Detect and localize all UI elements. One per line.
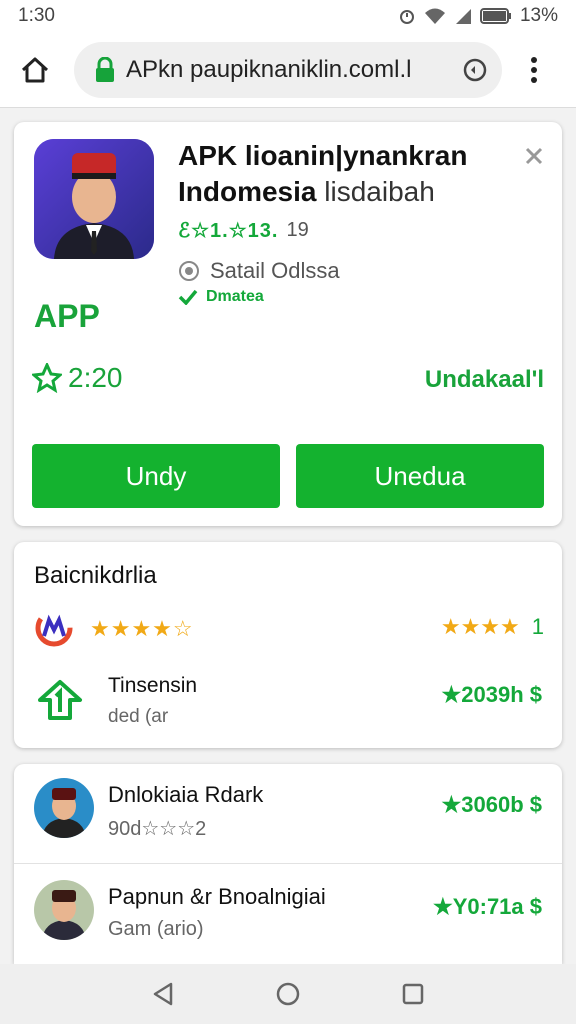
app-title-line2: Indomesia (178, 176, 317, 207)
install-count-value: 2:20 (68, 362, 123, 393)
close-icon (525, 147, 543, 165)
back-button[interactable] (147, 978, 179, 1010)
status-icons: 13% (398, 5, 558, 27)
check-icon (178, 289, 198, 305)
list-item-title: Papnun &r Bnoalnigiai (108, 884, 326, 909)
primary-right-button[interactable]: Unedua (296, 444, 544, 508)
row1-right-count: 1 (531, 614, 544, 639)
back-icon (153, 982, 172, 1006)
overflow-menu-button[interactable] (522, 49, 546, 91)
row2-title[interactable]: Tinsensin (108, 674, 197, 698)
recents-icon (403, 983, 424, 1005)
app-tag: APP (34, 298, 100, 334)
app-title-line1: APK lioanin|ynankran (178, 140, 468, 171)
section-title: Baicnikdrlia (34, 562, 157, 589)
list-item-title: Dnlokiaia Rdark (108, 782, 264, 807)
address-bar[interactable]: APkn paupiknaniklin.coml.l (74, 41, 502, 98)
signal-icon (455, 9, 471, 24)
wifi-icon (424, 8, 445, 24)
rating-line: ℰ☆1.☆13. 19 (178, 218, 309, 243)
app-icon[interactable] (34, 139, 154, 259)
related-section-card: Baicnikdrlia ★★★★☆ ★★★★ 1 Tinsensin ded … (14, 542, 562, 748)
row1-right: ★★★★ 1 (441, 614, 544, 640)
brand-logo-icon[interactable] (34, 608, 74, 648)
avatar (34, 778, 94, 838)
install-count: 2:20 (32, 362, 123, 394)
verified-line: Dmatea (178, 288, 264, 306)
refresh-icon[interactable] (462, 57, 488, 83)
rating-count: 19 (286, 219, 309, 241)
recents-button[interactable] (397, 978, 429, 1010)
row1-right-stars: ★★★★ (440, 614, 520, 639)
verified-label: Dmatea (206, 288, 264, 305)
list-item[interactable]: Papnun &r Bnoalnigiai Gam (ario) ★Y0:71a… (14, 866, 562, 966)
status-bar: 1:30 13% (0, 0, 576, 32)
home-button[interactable] (14, 49, 56, 91)
list-item-subtitle: Gam (ario) (108, 918, 204, 940)
status-label: Satail Odlssa (210, 258, 340, 283)
home-icon (21, 57, 49, 82)
url-text: APkn paupiknaniklin.coml.l (126, 55, 412, 83)
home-nav-icon (276, 982, 300, 1006)
row2-subtitle: ded (ar (108, 706, 169, 727)
list-item-subtitle: 90d☆☆☆2 (108, 818, 207, 840)
close-button[interactable] (522, 144, 546, 168)
alarm-icon (399, 10, 414, 24)
system-nav-bar (0, 964, 576, 1024)
update-link[interactable]: Undakaal'l (425, 366, 544, 394)
row1-stars: ★★★★☆ (90, 616, 194, 641)
browser-toolbar: APkn paupiknaniklin.coml.l (0, 32, 576, 108)
list-item-price: ★Y0:71a $ (432, 894, 542, 919)
home-nav-button[interactable] (272, 978, 304, 1010)
app-title-sub: lisdaibah (324, 176, 435, 207)
radio-icon (179, 261, 199, 281)
list-item-price: ★3060b $ (441, 792, 542, 817)
star-icon (32, 363, 62, 393)
row2-price: ★2039h $ (441, 682, 542, 707)
battery-icon (479, 8, 511, 24)
rating-stars: ℰ☆1.☆13. (178, 220, 279, 242)
status-line: Satail Odlssa (178, 258, 340, 284)
app-list-card: Dnlokiaia Rdark 90d☆☆☆2 ★3060b $ Papnun … (14, 764, 562, 964)
list-item[interactable]: Dnlokiaia Rdark 90d☆☆☆2 ★3060b $ (14, 764, 562, 864)
overflow-menu-icon (531, 56, 537, 83)
app-detail-card: APK lioanin|ynankran Indomesia lisdaibah… (14, 122, 562, 526)
lock-icon (94, 56, 116, 83)
upload-arrow-icon[interactable] (34, 674, 86, 726)
primary-left-button[interactable]: Undy (32, 444, 280, 508)
battery-percent: 13% (519, 5, 558, 26)
status-time: 1:30 (18, 5, 55, 26)
avatar (34, 880, 94, 940)
app-title: APK lioanin|ynankran Indomesia lisdaibah (178, 138, 498, 210)
